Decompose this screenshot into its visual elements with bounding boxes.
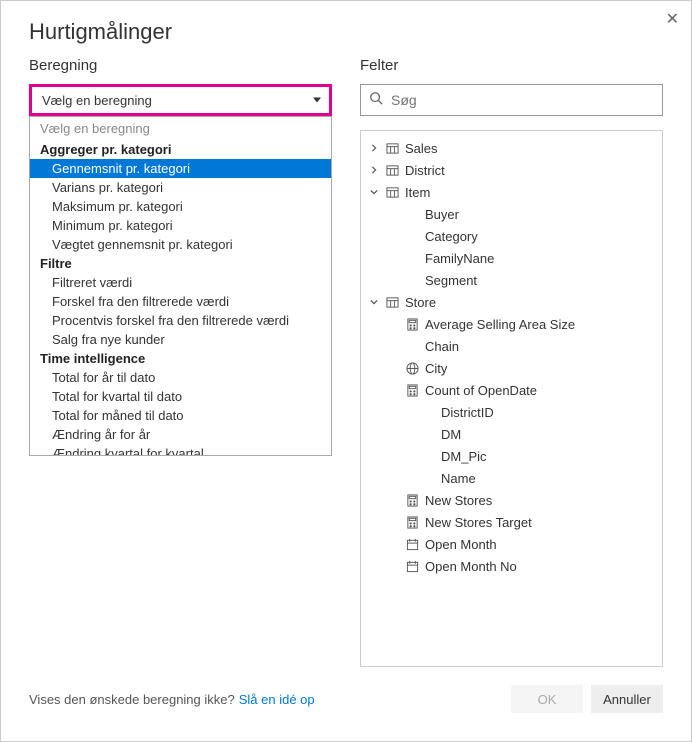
- footer-link[interactable]: Slå en idé op: [239, 692, 315, 707]
- dropdown-item[interactable]: Ændring år for år: [30, 425, 331, 444]
- dropdown-item[interactable]: Total for kvartal til dato: [30, 387, 331, 406]
- calculation-dropdown[interactable]: Vælg en beregning Aggreger pr. kategoriG…: [29, 116, 332, 456]
- tree-node-label: Open Month No: [425, 559, 517, 574]
- dropdown-group: Aggreger pr. kategori: [30, 140, 331, 159]
- calculation-column: Beregning Vælg en beregning Vælg en bere…: [29, 57, 332, 667]
- tree-node[interactable]: Open Month: [361, 533, 662, 555]
- chevron-right-icon[interactable]: [369, 165, 379, 175]
- tree-node-label: Chain: [425, 339, 459, 354]
- close-button[interactable]: ✕: [666, 9, 679, 29]
- tree-node-label: Item: [405, 185, 430, 200]
- quick-measures-dialog: ✕ Hurtigmålinger Beregning Vælg en bereg…: [0, 0, 692, 742]
- date-icon: [405, 559, 419, 573]
- calc-icon: [405, 493, 419, 507]
- dropdown-item[interactable]: Salg fra nye kunder: [30, 330, 331, 349]
- calculation-select[interactable]: Vælg en beregning: [29, 84, 332, 116]
- tree-node[interactable]: Sales: [361, 137, 662, 159]
- fields-tree[interactable]: Sales District Item Buyer Category FamilyNane…: [360, 130, 663, 667]
- fields-label: Felter: [360, 57, 663, 74]
- dialog-title: Hurtigmålinger: [1, 1, 691, 49]
- dropdown-item[interactable]: Ændring kvartal for kvartal: [30, 444, 331, 456]
- globe-icon: [405, 361, 419, 375]
- tree-node[interactable]: DM: [361, 423, 662, 445]
- tree-node[interactable]: Store: [361, 291, 662, 313]
- tree-node-label: Store: [405, 295, 436, 310]
- table-icon: [385, 295, 399, 309]
- date-icon: [405, 537, 419, 551]
- tree-node-label: Average Selling Area Size: [425, 317, 575, 332]
- tree-node[interactable]: New Stores Target: [361, 511, 662, 533]
- dropdown-item[interactable]: Minimum pr. kategori: [30, 216, 331, 235]
- tree-node[interactable]: Name: [361, 467, 662, 489]
- tree-node-label: Buyer: [425, 207, 459, 222]
- dropdown-item[interactable]: Gennemsnit pr. kategori: [30, 159, 331, 178]
- dropdown-item[interactable]: Forskel fra den filtrerede værdi: [30, 292, 331, 311]
- cancel-button[interactable]: Annuller: [591, 685, 663, 713]
- dialog-content: Beregning Vælg en beregning Vælg en bere…: [1, 49, 691, 667]
- dropdown-item[interactable]: Filtreret værdi: [30, 273, 331, 292]
- tree-node[interactable]: FamilyNane: [361, 247, 662, 269]
- table-icon: [385, 163, 399, 177]
- ok-button[interactable]: OK: [511, 685, 583, 713]
- calculation-select-value: Vælg en beregning: [42, 93, 152, 108]
- tree-node[interactable]: Category: [361, 225, 662, 247]
- tree-node-label: New Stores: [425, 493, 492, 508]
- fields-search-input[interactable]: [391, 92, 654, 108]
- calc-icon: [405, 383, 419, 397]
- dropdown-group: Filtre: [30, 254, 331, 273]
- tree-node-label: FamilyNane: [425, 251, 494, 266]
- search-icon: [369, 91, 383, 110]
- tree-node[interactable]: New Stores: [361, 489, 662, 511]
- dropdown-item[interactable]: Vægtet gennemsnit pr. kategori: [30, 235, 331, 254]
- chevron-down-icon[interactable]: [369, 187, 379, 197]
- calculation-label: Beregning: [29, 57, 332, 74]
- tree-node[interactable]: Chain: [361, 335, 662, 357]
- tree-node-label: District: [405, 163, 445, 178]
- tree-node[interactable]: Average Selling Area Size: [361, 313, 662, 335]
- tree-node-label: Open Month: [425, 537, 497, 552]
- tree-node[interactable]: Item: [361, 181, 662, 203]
- table-icon: [385, 141, 399, 155]
- tree-node[interactable]: District: [361, 159, 662, 181]
- dropdown-item[interactable]: Maksimum pr. kategori: [30, 197, 331, 216]
- tree-node-label: Category: [425, 229, 478, 244]
- chevron-right-icon[interactable]: [369, 143, 379, 153]
- tree-node-label: DM: [441, 427, 461, 442]
- tree-node[interactable]: DistrictID: [361, 401, 662, 423]
- dropdown-group: Time intelligence: [30, 349, 331, 368]
- calc-icon: [405, 515, 419, 529]
- tree-node-label: DistrictID: [441, 405, 494, 420]
- dialog-footer: Vises den ønskede beregning ikke? Slå en…: [1, 667, 691, 741]
- caret-down-icon: [313, 98, 321, 103]
- fields-search[interactable]: [360, 84, 663, 116]
- tree-node[interactable]: Open Month No: [361, 555, 662, 577]
- tree-node[interactable]: Segment: [361, 269, 662, 291]
- fields-column: Felter Sales District Item Buyer Category Fam…: [360, 57, 663, 667]
- calc-icon: [405, 317, 419, 331]
- tree-node-label: Name: [441, 471, 476, 486]
- dropdown-item[interactable]: Procentvis forskel fra den filtrerede væ…: [30, 311, 331, 330]
- tree-node-label: Segment: [425, 273, 477, 288]
- dropdown-item[interactable]: Varians pr. kategori: [30, 178, 331, 197]
- tree-node[interactable]: Count of OpenDate: [361, 379, 662, 401]
- dropdown-placeholder: Vælg en beregning: [30, 117, 331, 140]
- tree-node-label: City: [425, 361, 447, 376]
- tree-node-label: DM_Pic: [441, 449, 487, 464]
- tree-node[interactable]: Buyer: [361, 203, 662, 225]
- tree-node-label: New Stores Target: [425, 515, 532, 530]
- chevron-down-icon[interactable]: [369, 297, 379, 307]
- dropdown-item[interactable]: Total for måned til dato: [30, 406, 331, 425]
- tree-node[interactable]: City: [361, 357, 662, 379]
- tree-node-label: Sales: [405, 141, 438, 156]
- table-icon: [385, 185, 399, 199]
- tree-node-label: Count of OpenDate: [425, 383, 537, 398]
- tree-node[interactable]: DM_Pic: [361, 445, 662, 467]
- dropdown-item[interactable]: Total for år til dato: [30, 368, 331, 387]
- footer-text: Vises den ønskede beregning ikke?: [29, 692, 235, 707]
